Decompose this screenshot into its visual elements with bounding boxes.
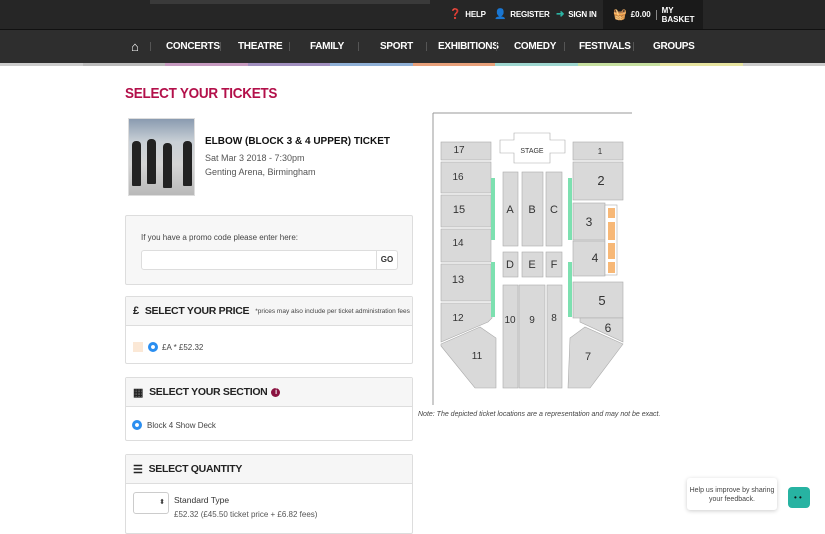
promo-go-button[interactable]: GO [376,250,398,270]
block-17[interactable] [440,141,492,161]
block-label: E [528,259,535,271]
price-option-label: £A * £52.32 [162,342,204,352]
block-13[interactable] [440,263,492,302]
block-label: 13 [452,274,464,286]
nav-comedy[interactable]: COMEDY [514,41,556,52]
block-label: 8 [551,313,557,324]
nav-exhibitions[interactable]: EXHIBITIONS [438,41,499,52]
grid-icon: ▦ [133,386,144,399]
quantity-box: ☰ SELECT QUANTITY ⬍ Standard Type £52.32 … [125,454,413,534]
feedback-bot-icon[interactable]: • • [788,487,810,508]
info-icon[interactable]: i [271,387,281,397]
block-label: F [551,259,558,271]
price-radio[interactable] [148,342,158,352]
nav-festivals[interactable]: FESTIVALS [579,41,631,52]
basket-icon: 🧺 [613,9,627,21]
block-label: D [506,259,514,271]
block-label: 5 [598,293,605,308]
pound-icon: £ [133,305,139,317]
price-option[interactable]: £A * £52.32 [133,342,203,352]
block-label: 16 [452,172,464,183]
event-venue: Genting Arena, Birmingham [205,167,316,177]
block-8[interactable] [546,284,563,389]
block-label: A [506,204,514,216]
nav-family[interactable]: FAMILY [310,41,344,52]
nav-sport[interactable]: SPORT [380,41,413,52]
sign-in-label: SIGN IN [568,10,597,19]
logo [150,0,430,4]
block-4[interactable] [572,240,606,277]
main-nav: ⌂ CONCERTS THEATRE FAMILY SPORT EXHIBITI… [0,29,825,63]
nav-color-stripe [0,63,825,66]
add-user-icon: 👤 [494,9,507,20]
block-label: 7 [585,351,591,363]
nav-theatre[interactable]: THEATRE [238,41,283,52]
block-label: 9 [529,315,535,326]
block-9[interactable] [518,284,546,389]
price-color-swatch [133,342,143,352]
quantity-select[interactable]: ⬍ [133,492,169,514]
list-icon: ☰ [133,463,143,476]
promo-label: If you have a promo code please enter he… [141,233,298,242]
nav-concerts[interactable]: CONCERTS [166,41,220,52]
section-box: ▦ SELECT YOUR SECTION i Block 4 Show Deck [125,377,413,441]
block-16[interactable] [440,161,492,194]
section-title: SELECT YOUR SECTION [149,386,268,398]
ticket-price-breakdown: £52.32 (£45.50 ticket price + £6.82 fees… [174,510,318,519]
basket-total: £0.00 [630,10,651,19]
basket-button[interactable]: 🧺 £0.00 MY BASKET [603,0,703,29]
promo-box: If you have a promo code please enter he… [125,215,413,285]
help-label: HELP [465,10,486,19]
section-option[interactable]: Block 4 Show Deck [132,420,216,430]
stage-label: STAGE [520,148,544,155]
block-label: 17 [453,145,465,156]
block-label: 6 [605,321,612,335]
block-label: B [528,204,535,216]
block-label: 3 [586,215,593,229]
event-date: Sat Mar 3 2018 - 7:30pm [205,153,305,163]
block-label: 12 [452,313,464,324]
nav-groups[interactable]: GROUPS [653,41,695,52]
seating-map[interactable]: STAGE 1234567891011121314151617A B CD E F [430,110,640,405]
block-label: 4 [592,251,599,265]
block-label: 11 [472,351,483,362]
block-15[interactable] [440,194,492,228]
block-14[interactable] [440,228,492,263]
event-image [128,118,195,196]
feedback-bubble[interactable]: Help us improve by sharing your feedback… [687,478,777,510]
block-label: 15 [453,204,465,216]
register-label: REGISTER [510,10,550,19]
block-10[interactable] [502,284,519,389]
block-label: 1 [598,147,603,156]
sign-in-icon: ➜ [556,9,565,20]
price-title: SELECT YOUR PRICE [144,305,250,317]
map-note: Note: The depicted ticket locations are … [418,411,661,418]
section-radio[interactable] [132,420,142,430]
block-label: 10 [504,315,516,326]
event-title: ELBOW (BLOCK 3 & 4 UPPER) TICKET [205,136,391,147]
page-title: SELECT YOUR TICKETS [125,85,278,102]
section-option-label: Block 4 Show Deck [147,420,216,430]
price-note: *prices may also include per ticket admi… [255,307,410,315]
sign-in-link[interactable]: ➜ SIGN IN [556,0,597,29]
block-label: C [550,204,558,216]
register-link[interactable]: 👤 REGISTER [494,0,550,29]
help-link[interactable]: ❓ HELP [449,0,486,29]
block-label: 14 [452,238,464,249]
ticket-type: Standard Type [174,495,230,505]
home-icon[interactable]: ⌂ [131,39,139,54]
price-box: £ SELECT YOUR PRICE *prices may also inclu… [125,296,413,364]
my-basket-label: MY BASKET [661,5,695,24]
block-label: 2 [597,173,604,188]
quantity-title: SELECT QUANTITY [148,463,243,475]
promo-code-input[interactable] [141,250,377,270]
help-icon: ❓ [449,9,462,20]
